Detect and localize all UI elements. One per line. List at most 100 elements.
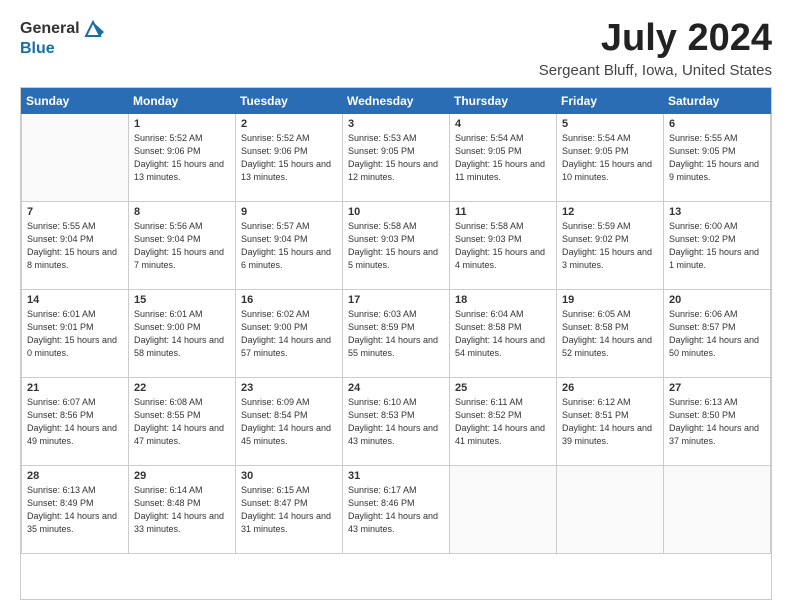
day-number: 12 xyxy=(562,206,658,218)
subtitle: Sergeant Bluff, Iowa, United States xyxy=(539,62,772,79)
page: General Blue July 2024 Sergeant Bluff, I… xyxy=(0,0,792,612)
col-sunday: Sunday xyxy=(22,88,129,113)
table-row: 27 Sunrise: 6:13 AM Sunset: 8:50 PM Dayli… xyxy=(664,377,771,465)
day-number: 1 xyxy=(134,118,230,130)
day-info: Sunrise: 6:00 AM Sunset: 9:02 PM Dayligh… xyxy=(669,220,765,272)
day-number: 27 xyxy=(669,382,765,394)
table-row: 20 Sunrise: 6:06 AM Sunset: 8:57 PM Dayli… xyxy=(664,289,771,377)
table-row: 1Sunrise: 5:52 AM Sunset: 9:06 PM Daylig… xyxy=(129,113,236,201)
logo-blue: Blue xyxy=(20,40,104,58)
col-saturday: Saturday xyxy=(664,88,771,113)
header: General Blue July 2024 Sergeant Bluff, I… xyxy=(20,18,772,79)
day-info: Sunrise: 6:17 AM Sunset: 8:46 PM Dayligh… xyxy=(348,484,444,536)
calendar: Sunday Monday Tuesday Wednesday Thursday… xyxy=(20,87,772,600)
day-info: Sunrise: 5:59 AM Sunset: 9:02 PM Dayligh… xyxy=(562,220,658,272)
table-row: 28Sunrise: 6:13 AM Sunset: 8:49 PM Dayli… xyxy=(22,465,129,553)
table-row: 11 Sunrise: 5:58 AM Sunset: 9:03 PM Dayli… xyxy=(450,201,557,289)
day-info: Sunrise: 6:09 AM Sunset: 8:54 PM Dayligh… xyxy=(241,396,337,448)
day-info: Sunrise: 6:12 AM Sunset: 8:51 PM Dayligh… xyxy=(562,396,658,448)
day-info: Sunrise: 5:58 AM Sunset: 9:03 PM Dayligh… xyxy=(455,220,551,272)
table-row xyxy=(450,465,557,553)
day-info: Sunrise: 5:53 AM Sunset: 9:05 PM Dayligh… xyxy=(348,132,444,184)
day-number: 9 xyxy=(241,206,337,218)
col-tuesday: Tuesday xyxy=(236,88,343,113)
day-info: Sunrise: 6:05 AM Sunset: 8:58 PM Dayligh… xyxy=(562,308,658,360)
day-info: Sunrise: 6:10 AM Sunset: 8:53 PM Dayligh… xyxy=(348,396,444,448)
table-row: 10Sunrise: 5:58 AM Sunset: 9:03 PM Dayli… xyxy=(343,201,450,289)
day-info: Sunrise: 5:54 AM Sunset: 9:05 PM Dayligh… xyxy=(455,132,551,184)
day-number: 11 xyxy=(455,206,551,218)
table-row: 3Sunrise: 5:53 AM Sunset: 9:05 PM Daylig… xyxy=(343,113,450,201)
table-row xyxy=(664,465,771,553)
day-number: 25 xyxy=(455,382,551,394)
main-title: July 2024 xyxy=(539,18,772,60)
table-row: 19 Sunrise: 6:05 AM Sunset: 8:58 PM Dayli… xyxy=(557,289,664,377)
day-number: 13 xyxy=(669,206,765,218)
day-number: 8 xyxy=(134,206,230,218)
day-info: Sunrise: 6:02 AM Sunset: 9:00 PM Dayligh… xyxy=(241,308,337,360)
table-row: 7 Sunrise: 5:55 AM Sunset: 9:04 PM Daylig… xyxy=(22,201,129,289)
table-row: 8 Sunrise: 5:56 AM Sunset: 9:04 PM Daylig… xyxy=(129,201,236,289)
day-number: 19 xyxy=(562,294,658,306)
day-info: Sunrise: 6:14 AM Sunset: 8:48 PM Dayligh… xyxy=(134,484,230,536)
day-number: 17 xyxy=(348,294,444,306)
day-info: Sunrise: 5:55 AM Sunset: 9:04 PM Dayligh… xyxy=(27,220,123,272)
day-info: Sunrise: 6:03 AM Sunset: 8:59 PM Dayligh… xyxy=(348,308,444,360)
day-info: Sunrise: 6:13 AM Sunset: 8:49 PM Dayligh… xyxy=(27,484,123,536)
table-row: 29Sunrise: 6:14 AM Sunset: 8:48 PM Dayli… xyxy=(129,465,236,553)
day-info: Sunrise: 5:54 AM Sunset: 9:05 PM Dayligh… xyxy=(562,132,658,184)
table-row: 9 Sunrise: 5:57 AM Sunset: 9:04 PM Daylig… xyxy=(236,201,343,289)
day-info: Sunrise: 6:06 AM Sunset: 8:57 PM Dayligh… xyxy=(669,308,765,360)
table-row: 2Sunrise: 5:52 AM Sunset: 9:06 PM Daylig… xyxy=(236,113,343,201)
day-info: Sunrise: 6:07 AM Sunset: 8:56 PM Dayligh… xyxy=(27,396,123,448)
table-row: 31 Sunrise: 6:17 AM Sunset: 8:46 PM Dayli… xyxy=(343,465,450,553)
table-row: 15Sunrise: 6:01 AM Sunset: 9:00 PM Dayli… xyxy=(129,289,236,377)
table-row xyxy=(22,113,129,201)
day-number: 6 xyxy=(669,118,765,130)
day-info: Sunrise: 5:56 AM Sunset: 9:04 PM Dayligh… xyxy=(134,220,230,272)
day-number: 7 xyxy=(27,206,123,218)
table-row: 23 Sunrise: 6:09 AM Sunset: 8:54 PM Dayli… xyxy=(236,377,343,465)
day-info: Sunrise: 6:01 AM Sunset: 9:00 PM Dayligh… xyxy=(134,308,230,360)
day-number: 30 xyxy=(241,470,337,482)
table-row: 21 Sunrise: 6:07 AM Sunset: 8:56 PM Dayli… xyxy=(22,377,129,465)
table-row: 4 Sunrise: 5:54 AM Sunset: 9:05 PM Daylig… xyxy=(450,113,557,201)
day-info: Sunrise: 6:04 AM Sunset: 8:58 PM Dayligh… xyxy=(455,308,551,360)
table-row: 22 Sunrise: 6:08 AM Sunset: 8:55 PM Dayli… xyxy=(129,377,236,465)
day-number: 22 xyxy=(134,382,230,394)
day-info: Sunrise: 5:55 AM Sunset: 9:05 PM Dayligh… xyxy=(669,132,765,184)
table-row: 26 Sunrise: 6:12 AM Sunset: 8:51 PM Dayli… xyxy=(557,377,664,465)
table-row: 12 Sunrise: 5:59 AM Sunset: 9:02 PM Dayli… xyxy=(557,201,664,289)
calendar-week-row: 7 Sunrise: 5:55 AM Sunset: 9:04 PM Daylig… xyxy=(22,201,771,289)
table-row: 30 Sunrise: 6:15 AM Sunset: 8:47 PM Dayli… xyxy=(236,465,343,553)
logo-general: General xyxy=(20,20,80,38)
day-number: 4 xyxy=(455,118,551,130)
table-row: 5 Sunrise: 5:54 AM Sunset: 9:05 PM Daylig… xyxy=(557,113,664,201)
day-info: Sunrise: 6:15 AM Sunset: 8:47 PM Dayligh… xyxy=(241,484,337,536)
day-info: Sunrise: 5:58 AM Sunset: 9:03 PM Dayligh… xyxy=(348,220,444,272)
col-monday: Monday xyxy=(129,88,236,113)
table-row: 24Sunrise: 6:10 AM Sunset: 8:53 PM Dayli… xyxy=(343,377,450,465)
day-number: 16 xyxy=(241,294,337,306)
title-block: July 2024 Sergeant Bluff, Iowa, United S… xyxy=(539,18,772,79)
day-info: Sunrise: 6:01 AM Sunset: 9:01 PM Dayligh… xyxy=(27,308,123,360)
day-number: 31 xyxy=(348,470,444,482)
day-info: Sunrise: 6:13 AM Sunset: 8:50 PM Dayligh… xyxy=(669,396,765,448)
day-number: 26 xyxy=(562,382,658,394)
day-info: Sunrise: 5:57 AM Sunset: 9:04 PM Dayligh… xyxy=(241,220,337,272)
calendar-week-row: 21 Sunrise: 6:07 AM Sunset: 8:56 PM Dayli… xyxy=(22,377,771,465)
day-info: Sunrise: 6:08 AM Sunset: 8:55 PM Dayligh… xyxy=(134,396,230,448)
table-row xyxy=(557,465,664,553)
day-number: 5 xyxy=(562,118,658,130)
day-number: 20 xyxy=(669,294,765,306)
logo: General Blue xyxy=(20,18,104,58)
day-number: 2 xyxy=(241,118,337,130)
table-row: 18Sunrise: 6:04 AM Sunset: 8:58 PM Dayli… xyxy=(450,289,557,377)
col-friday: Friday xyxy=(557,88,664,113)
day-number: 21 xyxy=(27,382,123,394)
calendar-week-row: 14 Sunrise: 6:01 AM Sunset: 9:01 PM Dayli… xyxy=(22,289,771,377)
day-number: 14 xyxy=(27,294,123,306)
day-number: 23 xyxy=(241,382,337,394)
col-wednesday: Wednesday xyxy=(343,88,450,113)
calendar-header-row: Sunday Monday Tuesday Wednesday Thursday… xyxy=(22,88,771,113)
